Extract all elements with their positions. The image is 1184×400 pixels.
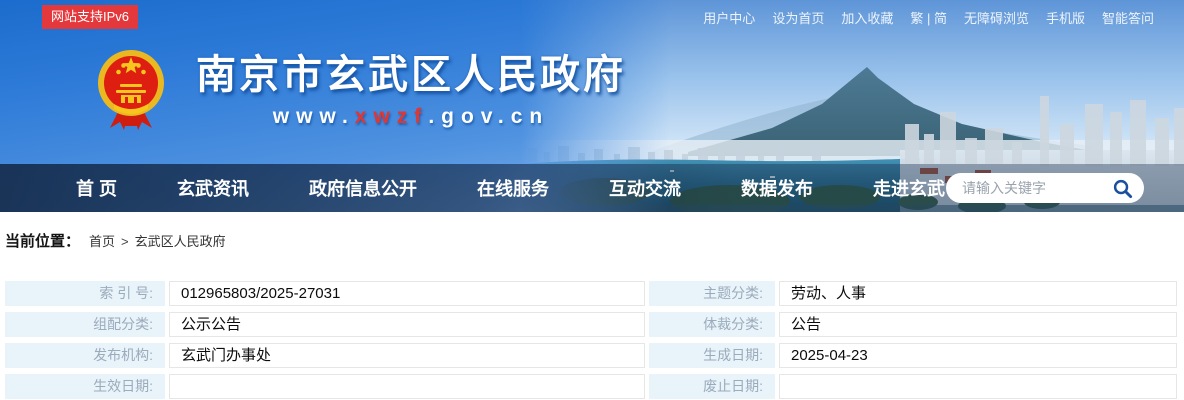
group-category-value: 公示公告 — [169, 312, 645, 337]
nav-item-home[interactable]: 首 页 — [76, 175, 117, 201]
nav-item-gov-info-disclosure[interactable]: 政府信息公开 — [309, 175, 417, 201]
brand-text: 南京市玄武区人民政府 www.xwzf.gov.cn — [196, 42, 626, 137]
breadcrumb: 当前位置： 首页 > 玄武区人民政府 — [5, 230, 1184, 251]
breadcrumb-current: 玄武区人民政府 — [135, 231, 226, 250]
group-category-label: 组配分类: — [5, 312, 165, 337]
breadcrumb-label: 当前位置： — [5, 230, 80, 251]
top-link-mobile-version[interactable]: 手机版 — [1046, 8, 1085, 27]
genre-category-label: 体裁分类: — [649, 312, 775, 337]
nav-item-xuanwu-news[interactable]: 玄武资讯 — [177, 175, 249, 201]
table-row: 生效日期: 废止日期: — [5, 374, 1177, 399]
nav-item-interaction[interactable]: 互动交流 — [609, 175, 681, 201]
search-box — [946, 173, 1144, 203]
generation-date-value: 2025-04-23 — [779, 343, 1177, 368]
subject-category-value: 劳动、人事 — [779, 281, 1177, 306]
top-links: 用户中心 设为首页 加入收藏 繁 | 简 无障碍浏览 手机版 智能答问 — [703, 8, 1154, 27]
table-row: 组配分类: 公示公告 体裁分类: 公告 — [5, 312, 1177, 337]
table-row: 发布机构: 玄武门办事处 生成日期: 2025-04-23 — [5, 343, 1177, 368]
site-url-prefix: www. — [273, 105, 355, 128]
repeal-date-value — [779, 374, 1177, 399]
top-utility-bar: 网站支持IPv6 用户中心 设为首页 加入收藏 繁 | 简 无障碍浏览 手机版 … — [0, 0, 1184, 34]
site-brand: 南京市玄武区人民政府 www.xwzf.gov.cn — [96, 42, 626, 137]
search-input[interactable] — [962, 180, 1111, 196]
index-number-label: 索 引 号: — [5, 281, 165, 306]
subject-category-label: 主题分类: — [649, 281, 775, 306]
publishing-agency-value: 玄武门办事处 — [169, 343, 645, 368]
publishing-agency-label: 发布机构: — [5, 343, 165, 368]
genre-category-value: 公告 — [779, 312, 1177, 337]
nav-item-about-xuanwu[interactable]: 走进玄武 — [873, 175, 945, 201]
nav-item-online-services[interactable]: 在线服务 — [477, 175, 549, 201]
main-nav-items: 首 页 玄武资讯 政府信息公开 在线服务 互动交流 数据发布 走进玄武 — [0, 175, 945, 201]
top-link-traditional-simplified[interactable]: 繁 | 简 — [910, 8, 947, 27]
national-emblem-icon — [96, 42, 166, 137]
index-number-value: 012965803/2025-27031 — [169, 281, 645, 306]
site-url-suffix: .gov.cn — [428, 105, 549, 128]
top-link-add-favorite[interactable]: 加入收藏 — [841, 8, 893, 27]
breadcrumb-home-link[interactable]: 首页 — [89, 231, 115, 250]
repeal-date-label: 废止日期: — [649, 374, 775, 399]
main-nav: 首 页 玄武资讯 政府信息公开 在线服务 互动交流 数据发布 走进玄武 — [0, 164, 1184, 212]
table-row: 索 引 号: 012965803/2025-27031 主题分类: 劳动、人事 — [5, 281, 1177, 306]
ipv6-badge: 网站支持IPv6 — [42, 5, 138, 29]
nav-item-data-release[interactable]: 数据发布 — [741, 175, 813, 201]
top-link-accessibility[interactable]: 无障碍浏览 — [964, 8, 1029, 27]
effective-date-label: 生效日期: — [5, 374, 165, 399]
site-header: 网站支持IPv6 用户中心 设为首页 加入收藏 繁 | 简 无障碍浏览 手机版 … — [0, 0, 1184, 212]
page: 网站支持IPv6 用户中心 设为首页 加入收藏 繁 | 简 无障碍浏览 手机版 … — [0, 0, 1184, 400]
site-title: 南京市玄武区人民政府 — [196, 55, 626, 95]
generation-date-label: 生成日期: — [649, 343, 775, 368]
top-link-user-center[interactable]: 用户中心 — [703, 8, 755, 27]
search-icon[interactable] — [1111, 177, 1134, 200]
site-url-highlight: xwzf — [355, 105, 429, 128]
site-url: www.xwzf.gov.cn — [196, 105, 626, 129]
top-link-smart-qa[interactable]: 智能答问 — [1102, 8, 1154, 27]
breadcrumb-separator: > — [121, 234, 129, 249]
top-link-set-homepage[interactable]: 设为首页 — [772, 8, 824, 27]
effective-date-value — [169, 374, 645, 399]
document-metadata-table: 索 引 号: 012965803/2025-27031 主题分类: 劳动、人事 … — [5, 281, 1177, 399]
